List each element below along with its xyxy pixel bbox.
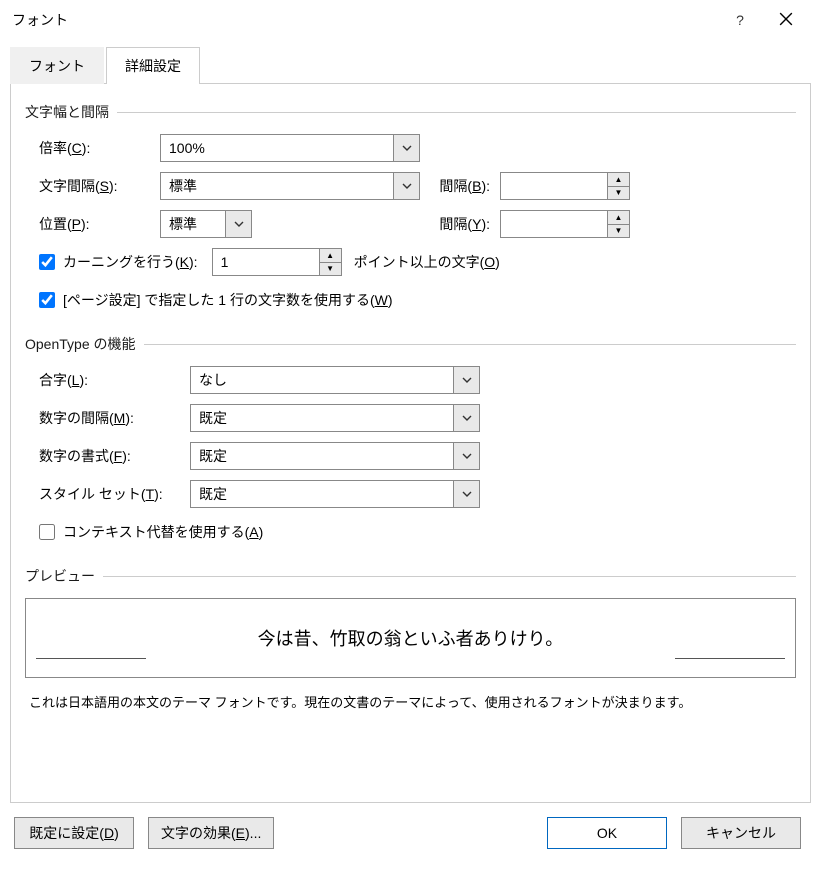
preview-underline-right bbox=[675, 658, 785, 659]
preview-description: これは日本語用の本文のテーマ フォントです。現在の文書のテーマによって、使用され… bbox=[25, 692, 796, 711]
tab-advanced[interactable]: 詳細設定 bbox=[106, 47, 200, 84]
grid-check-input[interactable] bbox=[39, 292, 55, 308]
num-spacing-label: 数字の間隔(M): bbox=[25, 408, 190, 428]
group-preview-label: プレビュー bbox=[25, 566, 796, 586]
by1-spinner[interactable]: ▲▼ bbox=[500, 172, 630, 200]
num-format-label: 数字の書式(F): bbox=[25, 446, 190, 466]
group-spacing-label: 文字幅と間隔 bbox=[25, 102, 796, 122]
scale-label: 倍率(C): bbox=[25, 138, 160, 158]
by2-label: 間隔(Y): bbox=[252, 214, 500, 234]
preview-underline-left bbox=[36, 658, 146, 659]
spin-down-icon: ▼ bbox=[608, 187, 629, 200]
close-button[interactable] bbox=[763, 0, 809, 40]
tab-panel-advanced: 文字幅と間隔 倍率(C): 100% 文字間隔(S): 標準 bbox=[10, 84, 811, 803]
chevron-down-icon bbox=[393, 173, 419, 199]
contextual-alt-check-input[interactable] bbox=[39, 524, 55, 540]
help-button[interactable]: ? bbox=[717, 0, 763, 40]
position-combo[interactable]: 標準 bbox=[160, 210, 252, 238]
ok-button[interactable]: OK bbox=[547, 817, 667, 849]
chevron-down-icon bbox=[453, 481, 479, 507]
spacing-combo[interactable]: 標準 bbox=[160, 172, 420, 200]
spin-up-icon: ▲ bbox=[320, 249, 341, 263]
close-icon bbox=[779, 12, 793, 29]
question-icon: ? bbox=[736, 12, 744, 28]
titlebar: フォント ? bbox=[0, 0, 821, 40]
kern-points-spinner[interactable]: 1 ▲▼ bbox=[212, 248, 342, 276]
tabstrip: フォント 詳細設定 bbox=[10, 46, 811, 84]
text-effects-button[interactable]: 文字の効果(E)... bbox=[148, 817, 274, 849]
num-spacing-combo[interactable]: 既定 bbox=[190, 404, 480, 432]
grid-checkbox[interactable]: [ページ設定] で指定した 1 行の文字数を使用する(W) bbox=[25, 290, 393, 310]
styleset-label: スタイル セット(T): bbox=[25, 484, 190, 504]
set-default-button[interactable]: 既定に設定(D) bbox=[14, 817, 134, 849]
chevron-down-icon bbox=[453, 443, 479, 469]
chevron-down-icon bbox=[453, 367, 479, 393]
ligatures-combo[interactable]: なし bbox=[190, 366, 480, 394]
window-title: フォント bbox=[12, 10, 717, 30]
styleset-combo[interactable]: 既定 bbox=[190, 480, 480, 508]
num-format-combo[interactable]: 既定 bbox=[190, 442, 480, 470]
kerning-check-input[interactable] bbox=[39, 254, 55, 270]
contextual-alt-checkbox[interactable]: コンテキスト代替を使用する(A) bbox=[25, 522, 263, 542]
by1-label: 間隔(B): bbox=[420, 176, 500, 196]
preview-text: 今は昔、竹取の翁といふ者ありけり。 bbox=[258, 625, 564, 651]
by2-spinner[interactable]: ▲▼ bbox=[500, 210, 630, 238]
scale-combo[interactable]: 100% bbox=[160, 134, 420, 162]
chevron-down-icon bbox=[225, 211, 251, 237]
preview-box: 今は昔、竹取の翁といふ者ありけり。 bbox=[25, 598, 796, 678]
spin-up-icon: ▲ bbox=[608, 173, 629, 187]
kern-after-label: ポイント以上の文字(O) bbox=[342, 252, 500, 272]
kerning-checkbox[interactable]: カーニングを行う(K): bbox=[25, 252, 198, 272]
chevron-down-icon bbox=[453, 405, 479, 431]
spin-up-icon: ▲ bbox=[608, 211, 629, 225]
spin-down-icon: ▼ bbox=[608, 225, 629, 238]
group-opentype-label: OpenType の機能 bbox=[25, 334, 796, 354]
spacing-label: 文字間隔(S): bbox=[25, 176, 160, 196]
spin-down-icon: ▼ bbox=[320, 263, 341, 276]
ligatures-label: 合字(L): bbox=[25, 370, 190, 390]
footer: 既定に設定(D) 文字の効果(E)... OK キャンセル bbox=[10, 803, 811, 849]
cancel-button[interactable]: キャンセル bbox=[681, 817, 801, 849]
position-label: 位置(P): bbox=[25, 214, 160, 234]
tab-font[interactable]: フォント bbox=[10, 47, 104, 84]
chevron-down-icon bbox=[393, 135, 419, 161]
